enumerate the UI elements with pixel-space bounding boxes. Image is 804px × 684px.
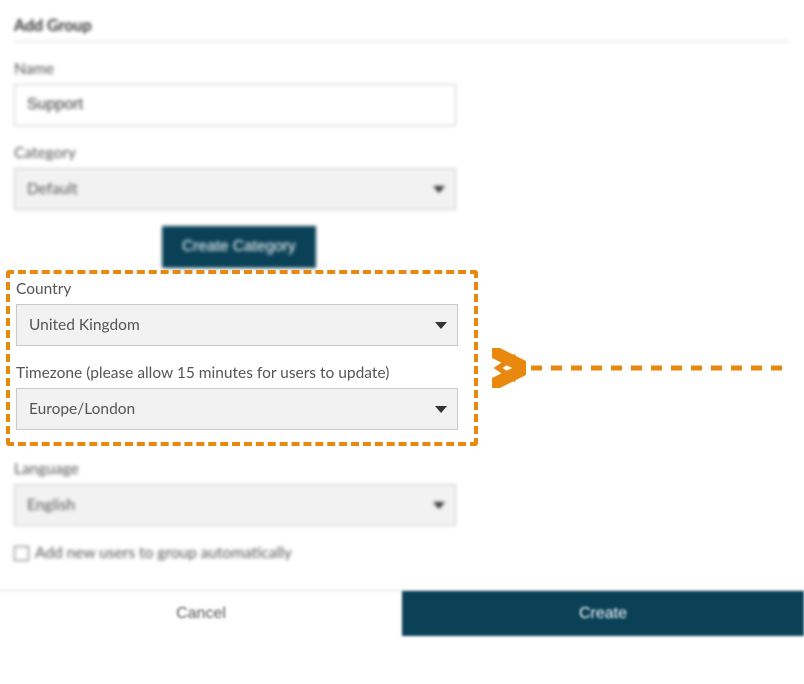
country-group: Country United Kingdom [16, 280, 466, 346]
name-input[interactable] [14, 84, 456, 126]
create-button[interactable]: Create [402, 591, 804, 636]
language-label: Language [14, 460, 790, 478]
chevron-down-icon [433, 186, 445, 193]
page-title: Add Group [14, 16, 790, 42]
create-category-button[interactable]: Create Category [162, 226, 316, 268]
language-select[interactable]: English [14, 484, 456, 526]
arrow-left-icon [492, 348, 792, 388]
country-value: United Kingdom [29, 316, 140, 334]
cancel-button[interactable]: Cancel [0, 591, 402, 636]
chevron-down-icon [435, 322, 447, 329]
name-label: Name [14, 60, 790, 78]
category-label: Category [14, 144, 790, 162]
country-label: Country [16, 280, 466, 298]
chevron-down-icon [433, 502, 445, 509]
timezone-select[interactable]: Europe/London [16, 388, 458, 430]
category-value: Default [27, 180, 78, 198]
language-group: Language English [14, 460, 790, 526]
auto-add-label: Add new users to group automatically [35, 544, 292, 562]
timezone-value: Europe/London [29, 400, 135, 418]
auto-add-checkbox[interactable] [14, 546, 29, 561]
category-group: Category Default [14, 144, 790, 210]
auto-add-row: Add new users to group automatically [14, 544, 790, 562]
language-value: English [27, 496, 75, 514]
timezone-label: Timezone (please allow 15 minutes for us… [16, 364, 466, 382]
name-group: Name [14, 60, 790, 126]
country-select[interactable]: United Kingdom [16, 304, 458, 346]
footer-bar: Cancel Create [0, 590, 804, 636]
chevron-down-icon [435, 406, 447, 413]
category-select[interactable]: Default [14, 168, 456, 210]
highlight-box: Country United Kingdom Timezone (please … [6, 270, 478, 446]
timezone-group: Timezone (please allow 15 minutes for us… [16, 364, 466, 430]
